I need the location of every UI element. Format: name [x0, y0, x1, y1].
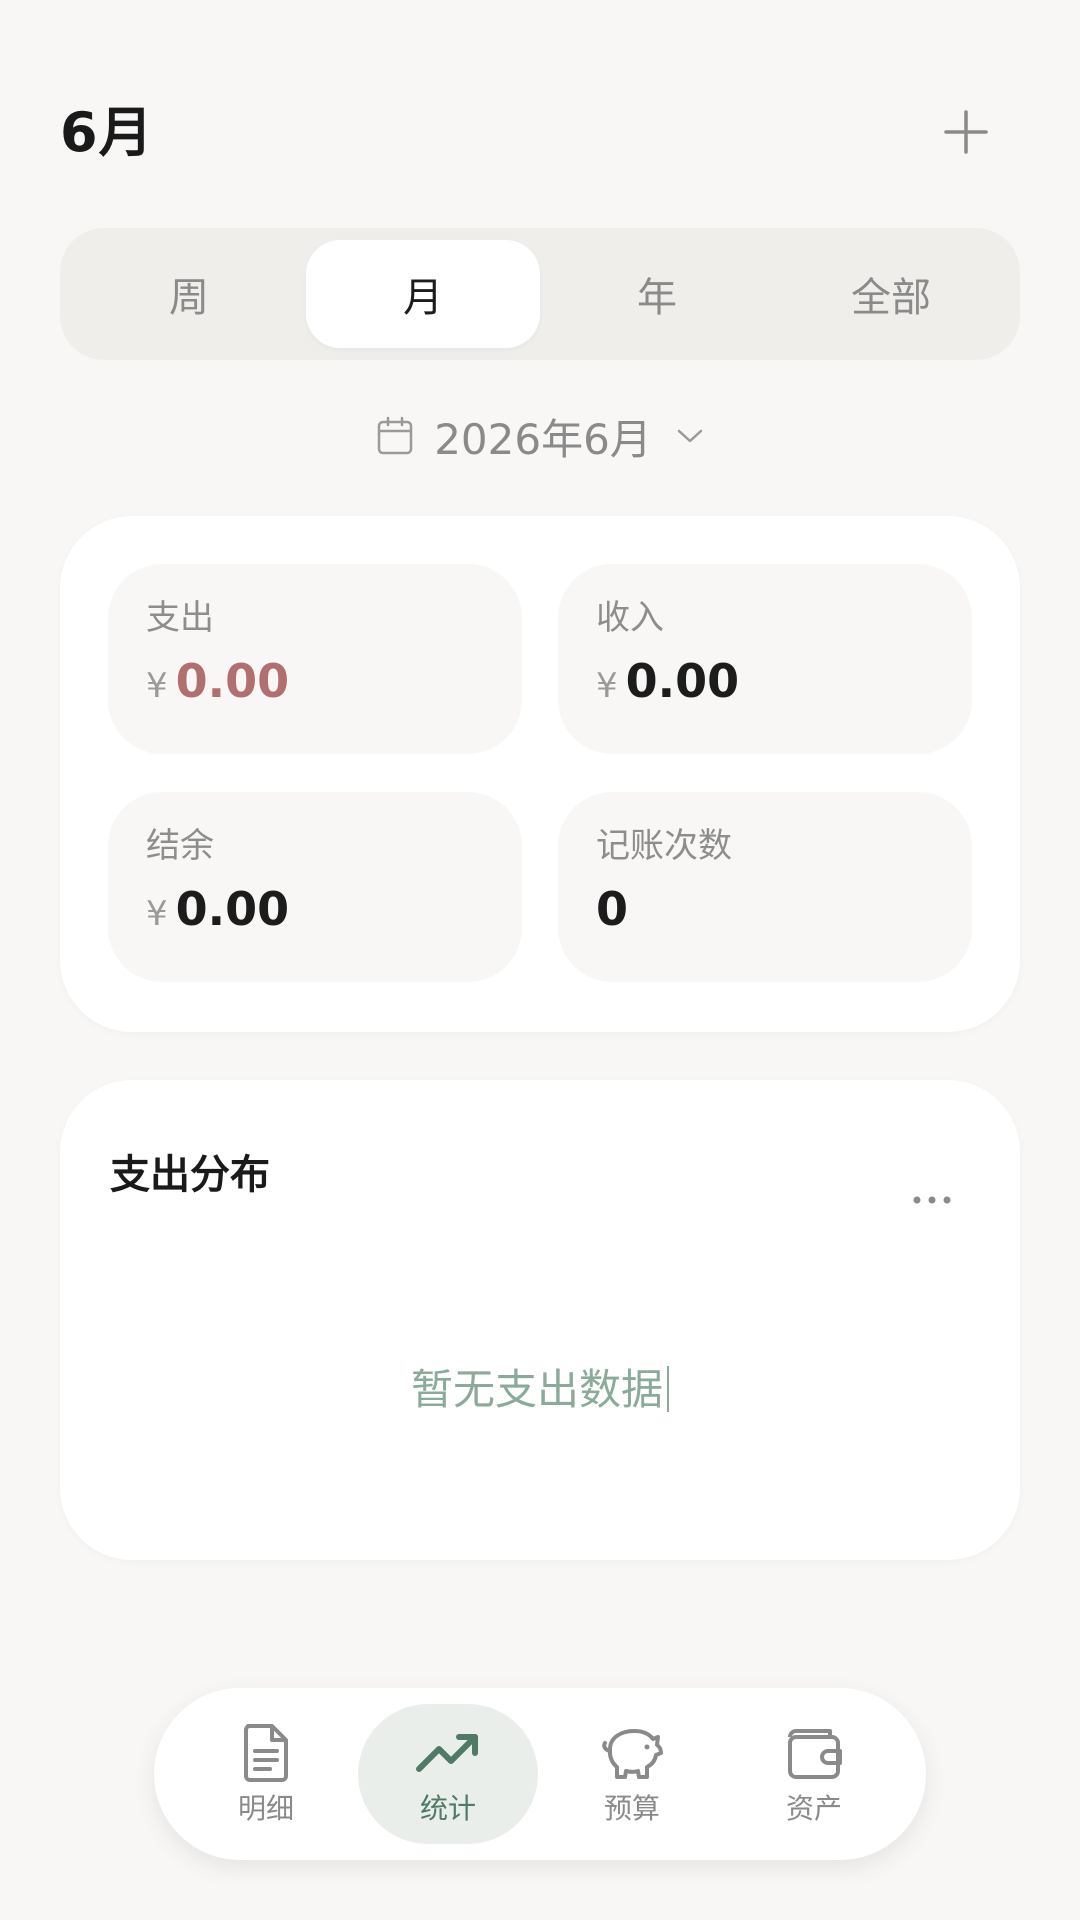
empty-state-label: 暂无支出数据	[410, 1365, 663, 1414]
nav-item-assets[interactable]: 资产	[724, 1704, 904, 1844]
nav-label-assets: 资产	[785, 1792, 842, 1825]
date-label: 2026年6月	[434, 414, 652, 464]
bottom-nav: 明细 统计 预算 资产	[154, 1688, 926, 1860]
text-caret	[667, 1366, 669, 1412]
tab-week[interactable]: 周	[72, 240, 306, 348]
plus-icon	[944, 110, 988, 154]
wallet-icon	[784, 1721, 844, 1785]
expense-distribution-card: 支出分布 暂无支出数据	[60, 1080, 1020, 1560]
count-stat: 记账次数 0	[558, 792, 972, 982]
expense-stat: 支出 ¥ 0.00	[108, 564, 522, 754]
date-selector[interactable]: 2026年6月	[0, 404, 1080, 468]
chevron-down-icon	[676, 427, 704, 445]
expense-label: 支出	[146, 598, 214, 638]
tab-year[interactable]: 年	[540, 240, 774, 348]
page-title: 6月	[60, 101, 154, 164]
expense-value: 0.00	[175, 654, 290, 708]
nav-item-budget[interactable]: 预算	[542, 1704, 722, 1844]
distribution-title: 支出分布	[110, 1152, 270, 1198]
trending-up-icon	[415, 1721, 481, 1785]
stats-page: 6月 周 月 年 全部 2026年6月 支出 ¥ 0.00 收入 ¥ 0.00 …	[0, 0, 1080, 1920]
balance-stat: 结余 ¥ 0.00	[108, 792, 522, 982]
nav-item-details[interactable]: 明细	[176, 1704, 356, 1844]
calendar-icon	[376, 416, 414, 456]
tab-month[interactable]: 月	[306, 240, 540, 348]
income-label: 收入	[596, 598, 664, 638]
tab-all[interactable]: 全部	[774, 240, 1008, 348]
piggy-bank-icon	[600, 1721, 664, 1785]
currency-symbol: ¥	[596, 666, 618, 706]
count-label: 记账次数	[596, 826, 732, 866]
currency-symbol: ¥	[146, 666, 168, 706]
nav-label-budget: 预算	[603, 1792, 660, 1825]
more-button[interactable]	[902, 1170, 962, 1230]
period-tabs: 周 月 年 全部	[60, 228, 1020, 360]
balance-label: 结余	[146, 826, 214, 866]
income-value: 0.00	[625, 654, 740, 708]
nav-label-details: 明细	[237, 1792, 294, 1825]
empty-state-text: 暂无支出数据	[60, 1356, 1020, 1417]
more-dots-icon	[913, 1196, 951, 1204]
nav-item-stats[interactable]: 统计	[358, 1704, 538, 1844]
count-value: 0	[596, 882, 629, 936]
currency-symbol: ¥	[146, 894, 168, 934]
balance-value: 0.00	[175, 882, 290, 936]
nav-label-stats: 统计	[419, 1792, 476, 1825]
summary-card: 支出 ¥ 0.00 收入 ¥ 0.00 结余 ¥ 0.00 记账次数 0	[60, 516, 1020, 1032]
income-stat: 收入 ¥ 0.00	[558, 564, 972, 754]
add-button[interactable]	[930, 96, 1002, 168]
document-icon	[240, 1721, 292, 1785]
